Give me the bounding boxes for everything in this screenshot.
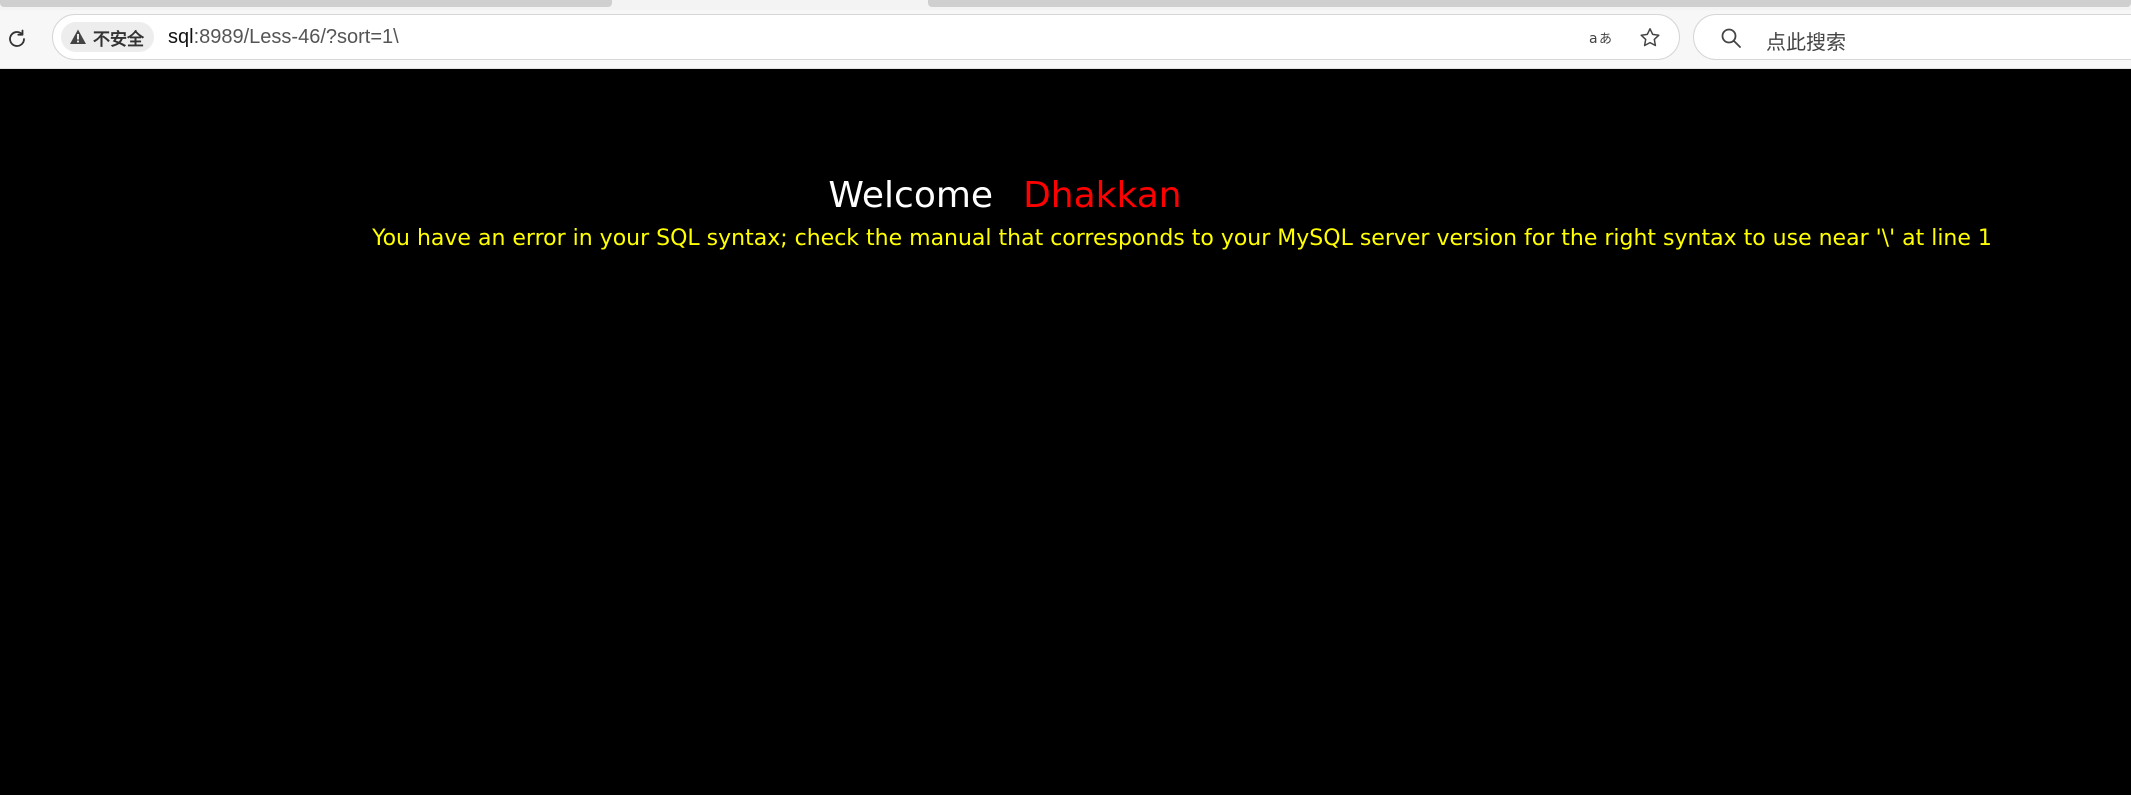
reload-icon	[9, 29, 25, 47]
reload-button[interactable]	[2, 21, 32, 57]
welcome-heading: Welcome Dhakkan	[0, 175, 2010, 216]
address-bar[interactable]: 不安全 sql:8989/Less-46/?sort=1\ a あ	[52, 14, 1680, 60]
page-content: Welcome Dhakkan You have an error in your…	[0, 69, 2131, 795]
user-name: Dhakkan	[1023, 175, 1182, 216]
warning-icon	[70, 29, 86, 44]
tab-strip	[0, 0, 2131, 10]
svg-text:a: a	[1589, 31, 1598, 47]
star-icon	[1640, 28, 1660, 47]
translate-icon: a あ	[1589, 31, 1612, 47]
browser-toolbar: 不安全 sql:8989/Less-46/?sort=1\ a あ 点此搜索	[0, 10, 2131, 69]
security-indicator[interactable]: 不安全	[61, 22, 154, 52]
translate-button[interactable]: a あ	[1589, 25, 1615, 51]
url-path: :8989/Less-46/?sort=1\	[193, 26, 399, 48]
welcome-label: Welcome	[828, 175, 994, 216]
search-placeholder: 点此搜索	[1766, 30, 1846, 54]
search-icon	[1721, 28, 1741, 48]
url-host: sql	[168, 26, 194, 48]
favorite-button[interactable]	[1637, 25, 1663, 51]
sql-error-message: You have an error in your SQL syntax; ch…	[372, 226, 1992, 251]
svg-text:あ: あ	[1599, 32, 1612, 47]
search-input[interactable]: 点此搜索	[1693, 14, 2131, 60]
browser-tab[interactable]	[0, 0, 612, 7]
url-text[interactable]: sql:8989/Less-46/?sort=1\	[168, 26, 399, 49]
browser-tab[interactable]	[928, 0, 2131, 7]
security-label: 不安全	[93, 29, 144, 50]
